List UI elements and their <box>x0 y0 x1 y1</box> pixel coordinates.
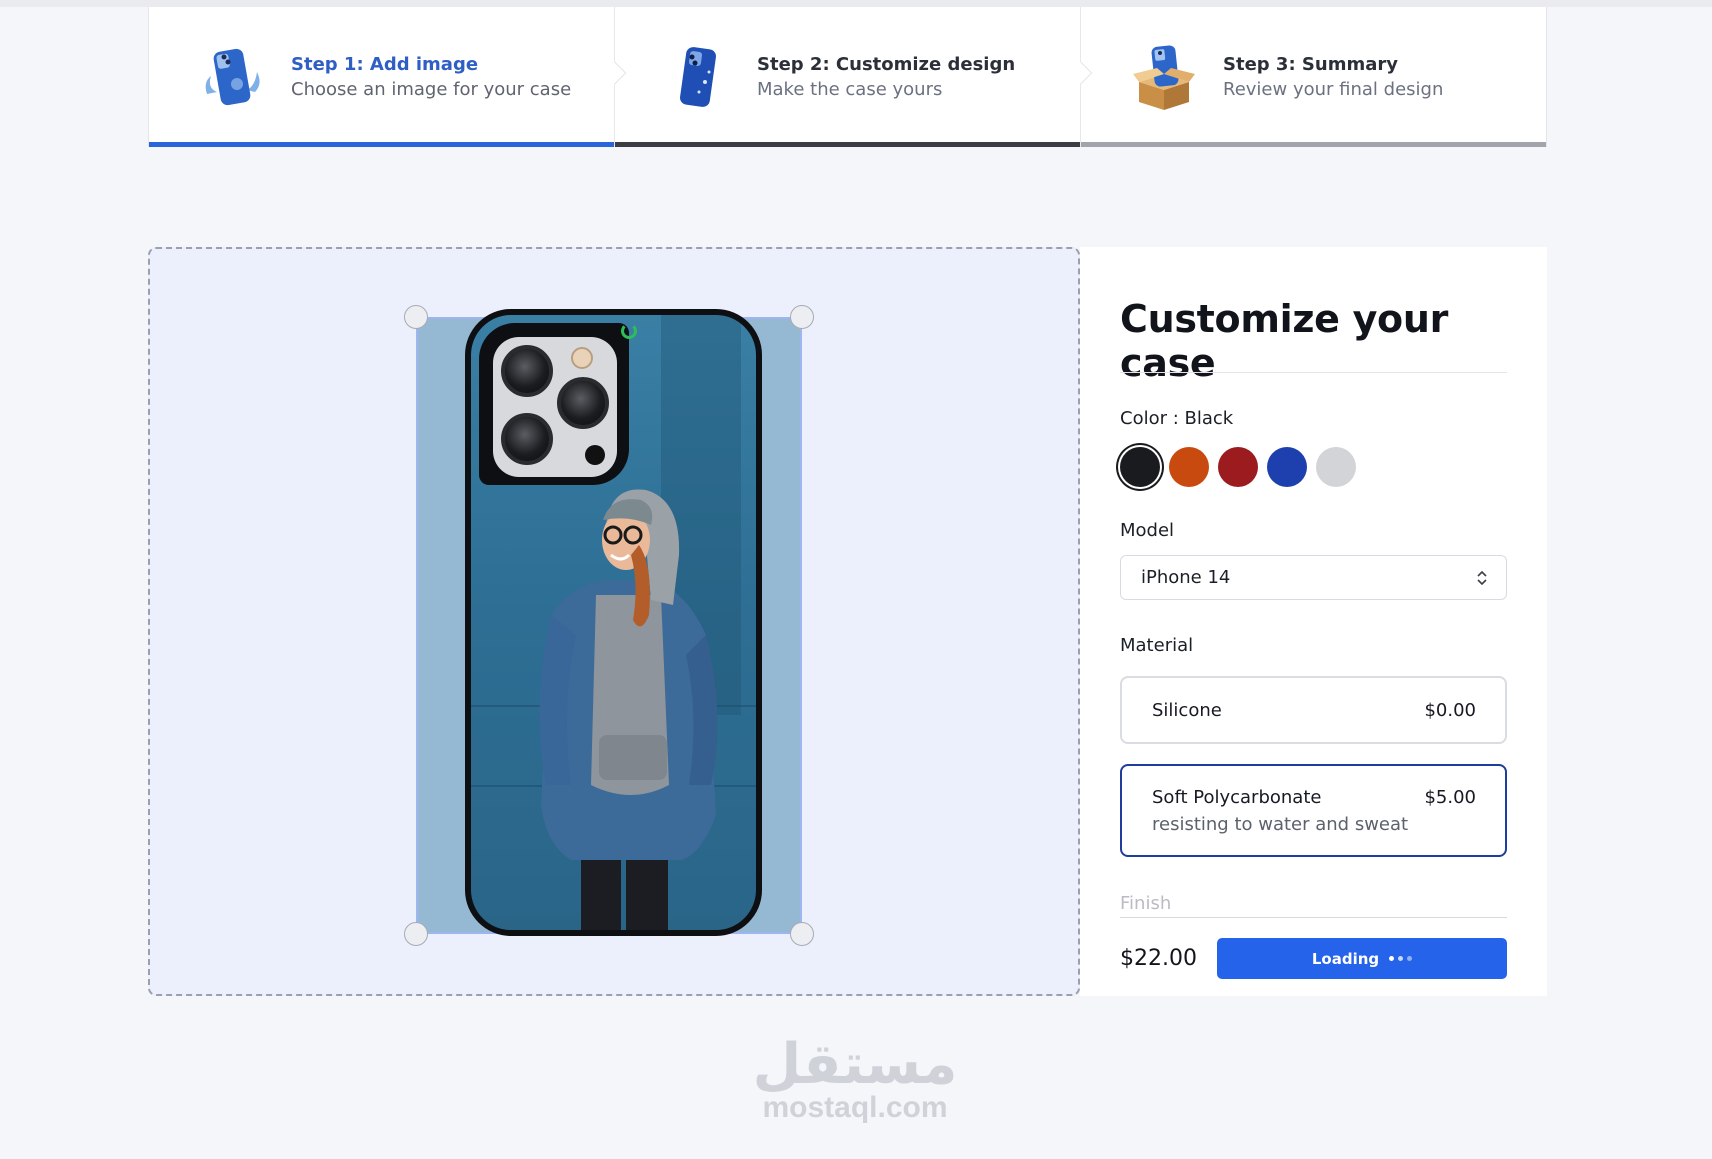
material-name: Soft Polycarbonate <box>1152 786 1322 808</box>
continue-button[interactable]: Loading <box>1217 938 1507 979</box>
phone-case-splash-icon <box>205 48 260 106</box>
continue-button-label: Loading <box>1311 949 1380 968</box>
color-swatch-orange[interactable] <box>1169 447 1209 487</box>
step-2-progress-bar <box>615 142 1080 147</box>
material-name: Silicone <box>1152 699 1222 721</box>
steps-progress-bar: Step 1: Add image Choose an image for yo… <box>148 7 1547 147</box>
step-2[interactable]: Step 2: Customize design Make the case y… <box>614 7 1093 147</box>
material-option-soft-polycarbonate[interactable]: Soft Polycarbonate $5.00 resisting to wa… <box>1120 764 1507 857</box>
color-swatch-red[interactable] <box>1218 447 1258 487</box>
loading-spinner-icon <box>621 323 637 339</box>
material-option-silicone[interactable]: Silicone $0.00 <box>1120 676 1507 744</box>
divider <box>1120 372 1507 373</box>
total-price: $22.00 <box>1120 946 1197 971</box>
camera-lens-icon <box>557 377 609 429</box>
finish-label: Finish <box>1120 893 1172 914</box>
model-select[interactable]: iPhone 14 <box>1120 555 1507 600</box>
color-swatch-blue[interactable] <box>1267 447 1307 487</box>
phone-case-sparkle-icon <box>680 47 716 107</box>
material-label: Material <box>1120 635 1194 656</box>
step-1[interactable]: Step 1: Add image Choose an image for yo… <box>149 7 627 147</box>
step-1-progress-bar <box>149 142 614 147</box>
phone-case-frame <box>465 309 762 936</box>
top-divider <box>0 0 1712 7</box>
camera-plate <box>493 337 617 477</box>
step-2-subtitle: Make the case yours <box>757 79 943 100</box>
model-label: Model <box>1120 520 1175 541</box>
resize-handle-bottom-left[interactable] <box>404 922 428 946</box>
camera-module <box>479 323 629 485</box>
camera-lens-icon <box>501 345 553 397</box>
step-3-title: Step 3: Summary <box>1223 54 1398 75</box>
step-3[interactable]: Step 3: Summary Review your final design <box>1080 7 1546 147</box>
watermark-latin: mostaql.com <box>762 1091 948 1124</box>
microphone-dot <box>585 445 605 465</box>
case-image <box>471 315 756 930</box>
customize-panel: Customize your case Color : Black Model … <box>1080 247 1547 996</box>
step-1-title: Step 1: Add image <box>291 54 479 75</box>
material-description: resisting to water and sweat <box>1152 813 1409 835</box>
material-price: $5.00 <box>1424 786 1476 808</box>
watermark-logo: مستقل mostaql.com <box>740 1035 970 1123</box>
flash-icon <box>571 347 593 369</box>
case-design-canvas[interactable] <box>404 305 814 946</box>
color-swatch-silver[interactable] <box>1316 447 1356 487</box>
material-price: $0.00 <box>1424 699 1476 721</box>
model-select-value: iPhone 14 <box>1141 567 1231 588</box>
step-3-progress-bar <box>1081 142 1546 147</box>
step-2-title: Step 2: Customize design <box>757 54 1016 75</box>
phone-case-box-icon <box>1133 45 1195 110</box>
loading-dots-icon <box>1389 956 1413 961</box>
color-label: Color : Black <box>1120 408 1234 429</box>
watermark-arabic: مستقل <box>752 1032 958 1097</box>
person-photo <box>539 489 718 930</box>
color-options <box>1120 447 1356 487</box>
resize-handle-top-left[interactable] <box>404 305 428 329</box>
divider <box>1120 917 1507 918</box>
step-3-subtitle: Review your final design <box>1223 79 1444 100</box>
resize-handle-top-right[interactable] <box>790 305 814 329</box>
camera-lens-icon <box>501 413 553 465</box>
resize-handle-bottom-right[interactable] <box>790 922 814 946</box>
step-1-subtitle: Choose an image for your case <box>291 79 572 100</box>
color-swatch-black[interactable] <box>1120 447 1160 487</box>
case-preview-dropzone[interactable] <box>148 247 1080 996</box>
chevron-up-down-icon <box>1476 569 1488 587</box>
